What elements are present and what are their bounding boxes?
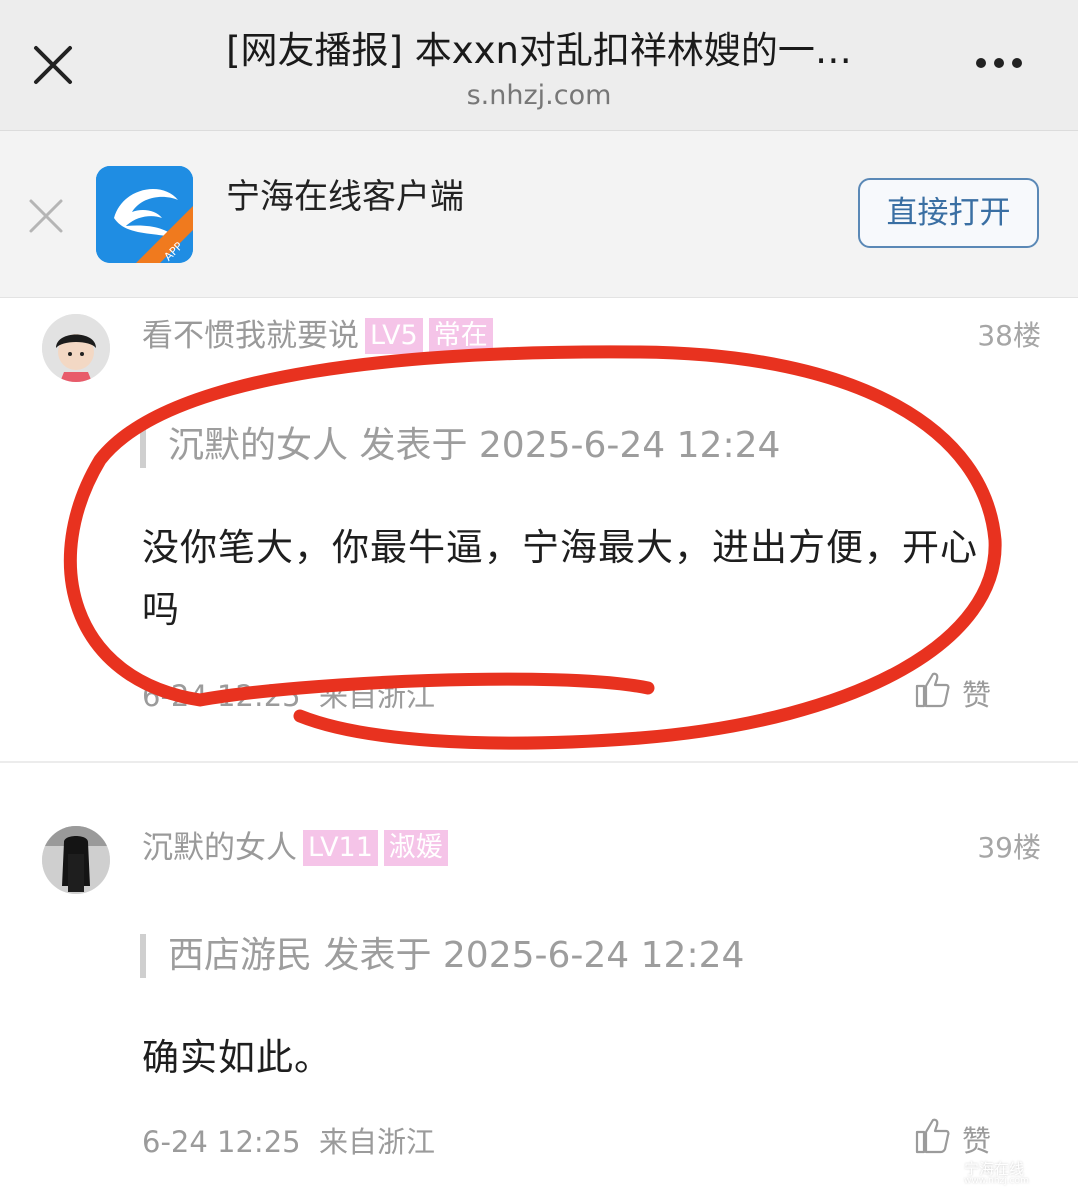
- post-time: 6-24 12:25: [142, 1125, 301, 1159]
- post-content: 没你笔大，你最牛逼，宁海最大，进出方便，开心吗: [142, 526, 978, 631]
- username-text: 沉默的女人: [142, 830, 297, 866]
- username[interactable]: 沉默的女人 LV11 淑媛: [142, 822, 448, 867]
- top-navigation-bar: [网友播报] 本xxn对乱扣祥林嫂的一… s.nhzj.com: [0, 0, 1078, 131]
- quoted-reply: 西店游民 发表于 2025-6-24 12:24: [140, 934, 744, 978]
- quoted-reply: 沉默的女人 发表于 2025-6-24 12:24: [140, 424, 780, 468]
- post-location: 来自浙江: [319, 679, 436, 713]
- floor-number: 38楼: [977, 319, 1041, 352]
- app-download-banner: APP 宁海在线客户端 直接打开: [0, 131, 1078, 298]
- post-meta: 6-24 12:25 来自浙江: [142, 673, 435, 715]
- post-content: 确实如此。: [142, 1036, 332, 1079]
- watermark-logo-icon: [929, 1159, 957, 1187]
- watermark-url: www.nhzj.com: [964, 1176, 1029, 1186]
- thumbs-up-icon: [915, 1118, 950, 1154]
- post-item: 看不惯我就要说 LV5 常在 38楼 沉默的女人 发表于 2025-6-24 12:…: [0, 298, 1078, 760]
- like-button[interactable]: 赞: [914, 670, 998, 712]
- floor-number: 39楼: [977, 831, 1041, 864]
- level-badge: LV5: [365, 318, 423, 354]
- avatar[interactable]: [42, 826, 110, 894]
- page-title: [网友播报] 本xxn对乱扣祥林嫂的一…: [226, 29, 852, 72]
- thumbs-up-icon: [915, 672, 950, 708]
- post-item: 沉默的女人 LV11 淑媛 39楼 西店游民 发表于 2025-6-24 12:24…: [0, 810, 1078, 1190]
- like-button[interactable]: 赞: [914, 1116, 998, 1158]
- title-badge: 常在: [428, 318, 493, 354]
- site-watermark: 宁海在线 www.nhzj.com: [928, 1158, 1068, 1192]
- post-location: 来自浙江: [319, 1125, 436, 1159]
- post-divider: [0, 761, 1078, 763]
- post-time: 6-24 12:25: [142, 679, 301, 713]
- like-label: 赞: [962, 1124, 992, 1158]
- banner-close-icon[interactable]: [28, 198, 64, 234]
- level-badge: LV11: [303, 830, 378, 866]
- page-domain: s.nhzj.com: [466, 80, 612, 111]
- app-name: 宁海在线客户端: [226, 177, 464, 217]
- username-text: 看不惯我就要说: [142, 318, 359, 354]
- more-options-icon[interactable]: [972, 52, 1034, 76]
- avatar[interactable]: [42, 314, 110, 382]
- title-badge: 淑媛: [383, 830, 448, 866]
- like-label: 赞: [962, 678, 992, 712]
- close-icon[interactable]: [30, 42, 76, 88]
- username[interactable]: 看不惯我就要说 LV5 常在: [142, 310, 493, 355]
- open-app-button[interactable]: 直接打开: [858, 178, 1039, 248]
- app-logo-icon: APP: [96, 166, 193, 263]
- post-meta: 6-24 12:25 来自浙江: [142, 1119, 435, 1161]
